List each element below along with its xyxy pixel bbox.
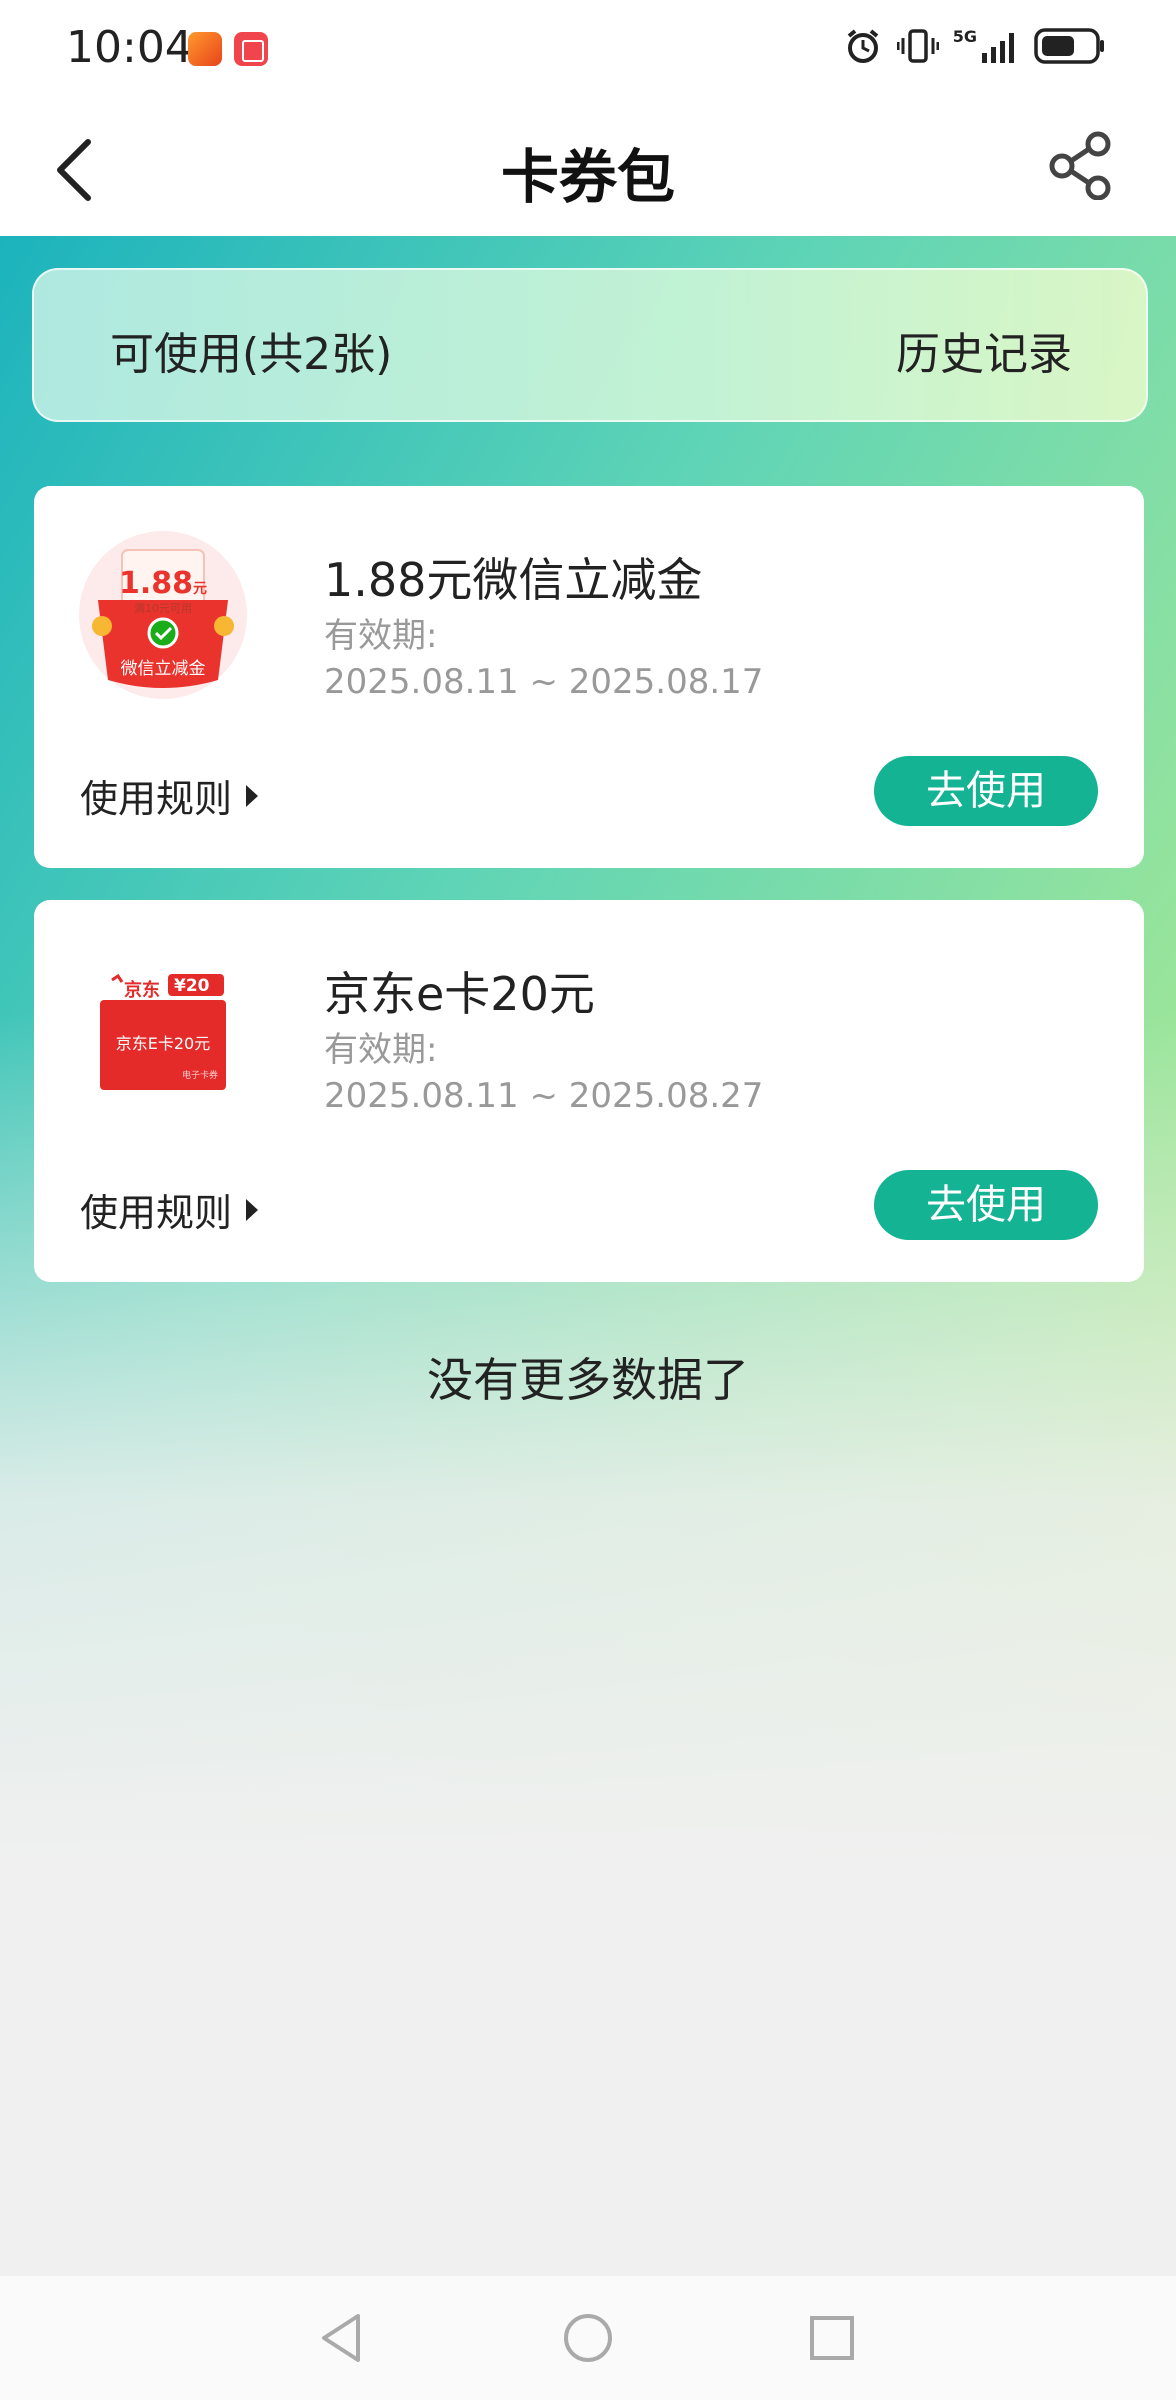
page-title: 卡券包 <box>500 143 675 211</box>
system-nav-bar <box>0 2276 1176 2400</box>
caret-right-icon <box>246 784 259 807</box>
thumb-caption: 京东E卡20元 <box>115 1034 211 1053</box>
usage-rules-label: 使用规则 <box>80 777 233 821</box>
tab-history[interactable]: 历史记录 <box>896 318 1072 382</box>
coupon-card: 京东 ¥20 京东E卡20元 电子卡券 京东e卡20元 有效期: 2025.08… <box>34 900 1144 1282</box>
use-coupon-button[interactable]: 去使用 <box>874 756 1098 826</box>
battery-icon <box>1034 28 1104 64</box>
nav-recents-icon[interactable] <box>808 2314 856 2362</box>
usage-rules-link[interactable]: 使用规则 <box>80 768 259 823</box>
status-time: 10:04 <box>66 22 193 73</box>
jd-ecard-image: 京东 ¥20 京东E卡20元 电子卡券 <box>78 944 248 1114</box>
nav-header: 卡券包 <box>0 100 1176 236</box>
validity-range: 2025.08.11 ~ 2025.08.27 <box>324 1076 764 1116</box>
vibrate-icon <box>896 29 939 63</box>
signal-icon <box>982 33 1014 63</box>
thumb-sub: 电子卡券 <box>182 1071 219 1081</box>
coupon-card: 1.88元 满10元可用 微信立减金 1.88元微信立减金 有效期: 2025.… <box>34 486 1144 868</box>
coupon-tabs: 可使用(共2张) 历史记录 <box>32 268 1148 422</box>
nav-home-icon[interactable] <box>562 2312 614 2364</box>
app-icon-1 <box>188 32 222 66</box>
coupon-name: 京东e卡20元 <box>324 967 595 1021</box>
alarm-icon <box>847 29 879 63</box>
thumb-caption: 微信立减金 <box>120 659 206 679</box>
thumb-sub: 满10元可用 <box>134 602 192 615</box>
app-icon-2 <box>234 32 268 66</box>
validity-label: 有效期: <box>324 616 438 656</box>
usage-rules-label: 使用规则 <box>80 1191 233 1235</box>
caret-right-icon <box>246 1198 259 1221</box>
thumb-value: ¥20 <box>174 976 210 996</box>
use-coupon-button[interactable]: 去使用 <box>874 1170 1098 1240</box>
validity-range: 2025.08.11 ~ 2025.08.17 <box>324 662 764 702</box>
thumb-amount: 1.88元 <box>118 566 208 601</box>
wechat-coupon-image: 1.88元 满10元可用 微信立减金 <box>78 530 248 700</box>
no-more-data-text: 没有更多数据了 <box>427 1353 749 1407</box>
status-bar: 10:04 5G <box>0 0 1176 100</box>
validity-label: 有效期: <box>324 1030 438 1070</box>
status-icons: 5G <box>843 26 1106 66</box>
nav-back-icon[interactable] <box>318 2312 364 2364</box>
tab-available[interactable]: 可使用(共2张) <box>110 318 392 382</box>
share-icon <box>1049 131 1111 201</box>
thumb-brand: 京东 <box>124 980 160 1001</box>
network-indicator: 5G <box>953 29 1020 63</box>
usage-rules-link[interactable]: 使用规则 <box>80 1182 259 1237</box>
coupon-name: 1.88元微信立减金 <box>324 553 703 607</box>
share-button[interactable] <box>1046 130 1116 201</box>
network-label: 5G <box>952 27 977 46</box>
